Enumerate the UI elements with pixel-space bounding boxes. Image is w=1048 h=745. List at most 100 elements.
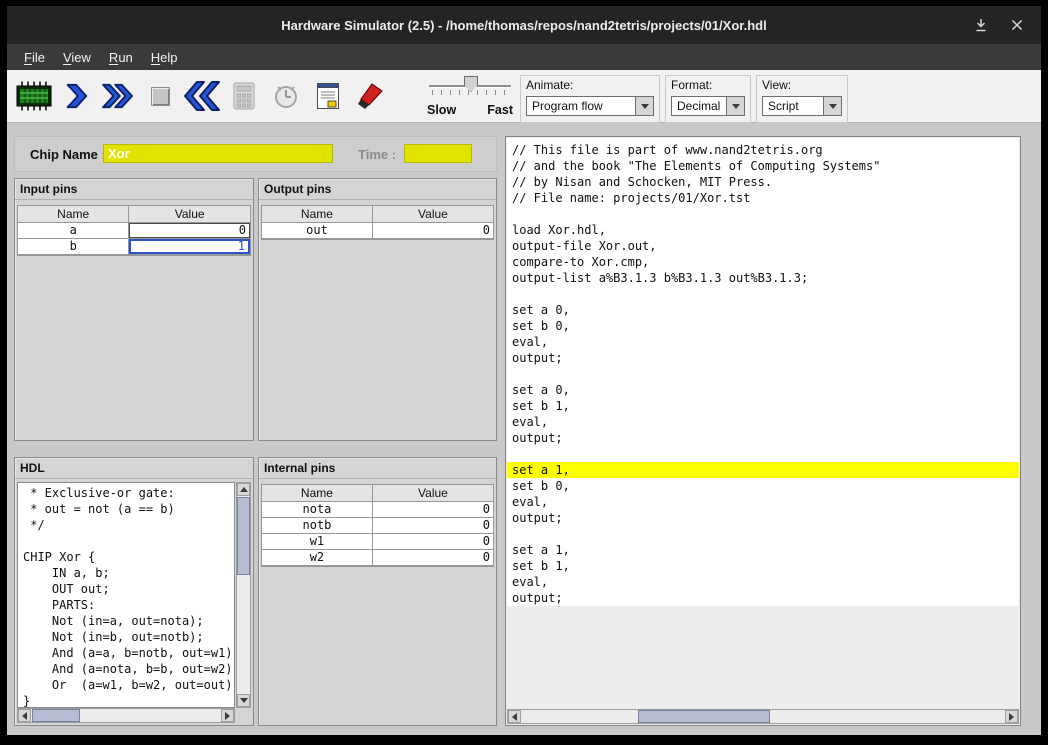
code-line: set b 1, xyxy=(507,558,1019,574)
code-line: set a 1, xyxy=(507,542,1019,558)
scroll-left-button[interactable] xyxy=(508,710,521,723)
scroll-thumb[interactable] xyxy=(638,710,770,723)
hdl-horizontal-scrollbar[interactable] xyxy=(17,708,235,723)
column-header: Value xyxy=(373,485,493,502)
code-line: IN a, b; xyxy=(18,565,234,581)
internal-pins-table: NameValuenota0notb0w10w20 xyxy=(261,484,494,567)
format-label: Format: xyxy=(671,78,745,92)
chevron-down-icon xyxy=(829,104,837,109)
scroll-thumb[interactable] xyxy=(32,709,80,722)
scroll-thumb[interactable] xyxy=(237,497,250,575)
column-header: Name xyxy=(262,485,373,502)
script-lines: // This file is part of www.nand2tetris.… xyxy=(507,138,1019,606)
menu-help[interactable]: Help xyxy=(142,47,187,68)
titlebar[interactable]: Hardware Simulator (2.5) - /home/thomas/… xyxy=(7,6,1041,44)
code-line xyxy=(507,526,1019,542)
pin-row: w10 xyxy=(262,534,493,550)
stop-button[interactable] xyxy=(139,74,181,118)
chevron-down-icon xyxy=(641,104,649,109)
chevron-down-icon[interactable] xyxy=(726,97,744,115)
pin-value: 0 xyxy=(373,502,493,518)
pin-name: w1 xyxy=(262,534,373,550)
load-chip-button[interactable] xyxy=(13,74,55,118)
code-line: eval, xyxy=(507,334,1019,350)
code-line: // and the book "The Elements of Computi… xyxy=(507,158,1019,174)
scroll-right-button[interactable] xyxy=(1005,710,1018,723)
download-icon xyxy=(974,18,988,32)
chevron-down-icon xyxy=(732,104,740,109)
internal-pins-title: Internal pins xyxy=(259,458,496,479)
run-button[interactable] xyxy=(97,74,139,118)
view-select[interactable]: Script xyxy=(762,96,842,116)
slider-label-fast: Fast xyxy=(487,103,513,117)
chip-name-value: Xor xyxy=(108,146,130,161)
code-line: output; xyxy=(507,510,1019,526)
input-pins-title: Input pins xyxy=(15,179,253,200)
code-line: set a 0, xyxy=(507,302,1019,318)
code-line: // This file is part of www.nand2tetris.… xyxy=(507,142,1019,158)
close-icon[interactable] xyxy=(1009,17,1025,33)
pin-table-header: NameValue xyxy=(18,206,250,223)
scroll-right-button[interactable] xyxy=(221,709,234,722)
pin-row: b1 xyxy=(18,239,250,255)
animate-group: Animate: Program flow xyxy=(520,75,660,123)
time-field[interactable] xyxy=(404,144,472,163)
view-value: Script xyxy=(763,97,823,115)
scroll-left-button[interactable] xyxy=(18,709,31,722)
speed-slider[interactable]: Slow Fast xyxy=(427,74,513,119)
code-line: CHIP Xor { xyxy=(18,549,234,565)
triangle-down-icon xyxy=(240,698,248,703)
code-line: set b 0, xyxy=(507,318,1019,334)
main-area: Chip Name : Xor Time : Input pins NameVa… xyxy=(7,123,1041,735)
code-line: output; xyxy=(507,590,1019,606)
code-line: Not (in=b, out=notb); xyxy=(18,629,234,645)
single-step-button[interactable] xyxy=(55,74,97,118)
code-line: // by Nisan and Schocken, MIT Press. xyxy=(507,174,1019,190)
window-title: Hardware Simulator (2.5) - /home/thomas/… xyxy=(7,6,1041,44)
code-line: load Xor.hdl, xyxy=(507,222,1019,238)
download-icon[interactable] xyxy=(973,17,989,33)
format-value: Decimal xyxy=(672,97,726,115)
script-view[interactable]: // This file is part of www.nand2tetris.… xyxy=(507,138,1019,708)
input-pins-table[interactable]: NameValuea0b1 xyxy=(17,205,251,256)
chevron-down-icon[interactable] xyxy=(823,97,841,115)
code-line: eval, xyxy=(507,494,1019,510)
scroll-up-button[interactable] xyxy=(237,483,250,496)
pin-table-header: NameValue xyxy=(262,206,493,223)
program-button[interactable] xyxy=(307,74,349,118)
code-line: eval, xyxy=(507,574,1019,590)
code-line: } xyxy=(18,693,234,708)
pin-value[interactable]: 1 xyxy=(129,239,250,255)
code-line: compare-to Xor.cmp, xyxy=(507,254,1019,270)
menu-view[interactable]: View xyxy=(54,47,100,68)
output-pins-table: NameValueout0 xyxy=(261,205,494,240)
hdl-vertical-scrollbar[interactable] xyxy=(236,482,251,708)
code-line: */ xyxy=(18,517,234,533)
clock-button[interactable] xyxy=(265,74,307,118)
code-line: OUT out; xyxy=(18,581,234,597)
calculator-button[interactable] xyxy=(223,74,265,118)
pin-value: 0 xyxy=(373,534,493,550)
toolbar-combos: Animate: Program flow Format: Decimal Vi… xyxy=(520,75,848,123)
pin-value[interactable]: 0 xyxy=(129,223,250,239)
code-line: output-list a%B3.1.3 b%B3.1.3 out%B3.1.3… xyxy=(507,270,1019,286)
format-select[interactable]: Decimal xyxy=(671,96,745,116)
format-group: Format: Decimal xyxy=(665,75,751,123)
clear-button[interactable] xyxy=(349,74,391,118)
pin-row: notb0 xyxy=(262,518,493,534)
triangle-left-icon xyxy=(22,712,27,720)
code-line xyxy=(507,286,1019,302)
script-horizontal-scrollbar[interactable] xyxy=(507,709,1019,724)
hdl-code-view[interactable]: * Exclusive-or gate: * out = not (a == b… xyxy=(17,482,235,708)
toolbar-buttons xyxy=(13,73,391,119)
chevron-down-icon[interactable] xyxy=(635,97,653,115)
menu-run[interactable]: Run xyxy=(100,47,142,68)
animate-label: Animate: xyxy=(526,78,654,92)
animate-select[interactable]: Program flow xyxy=(526,96,654,116)
reset-button[interactable] xyxy=(181,74,223,118)
chip-name-field[interactable]: Xor xyxy=(103,144,333,163)
menu-file[interactable]: File xyxy=(15,47,54,68)
pin-table-header: NameValue xyxy=(262,485,493,502)
scroll-down-button[interactable] xyxy=(237,694,250,707)
code-line: output-file Xor.out, xyxy=(507,238,1019,254)
